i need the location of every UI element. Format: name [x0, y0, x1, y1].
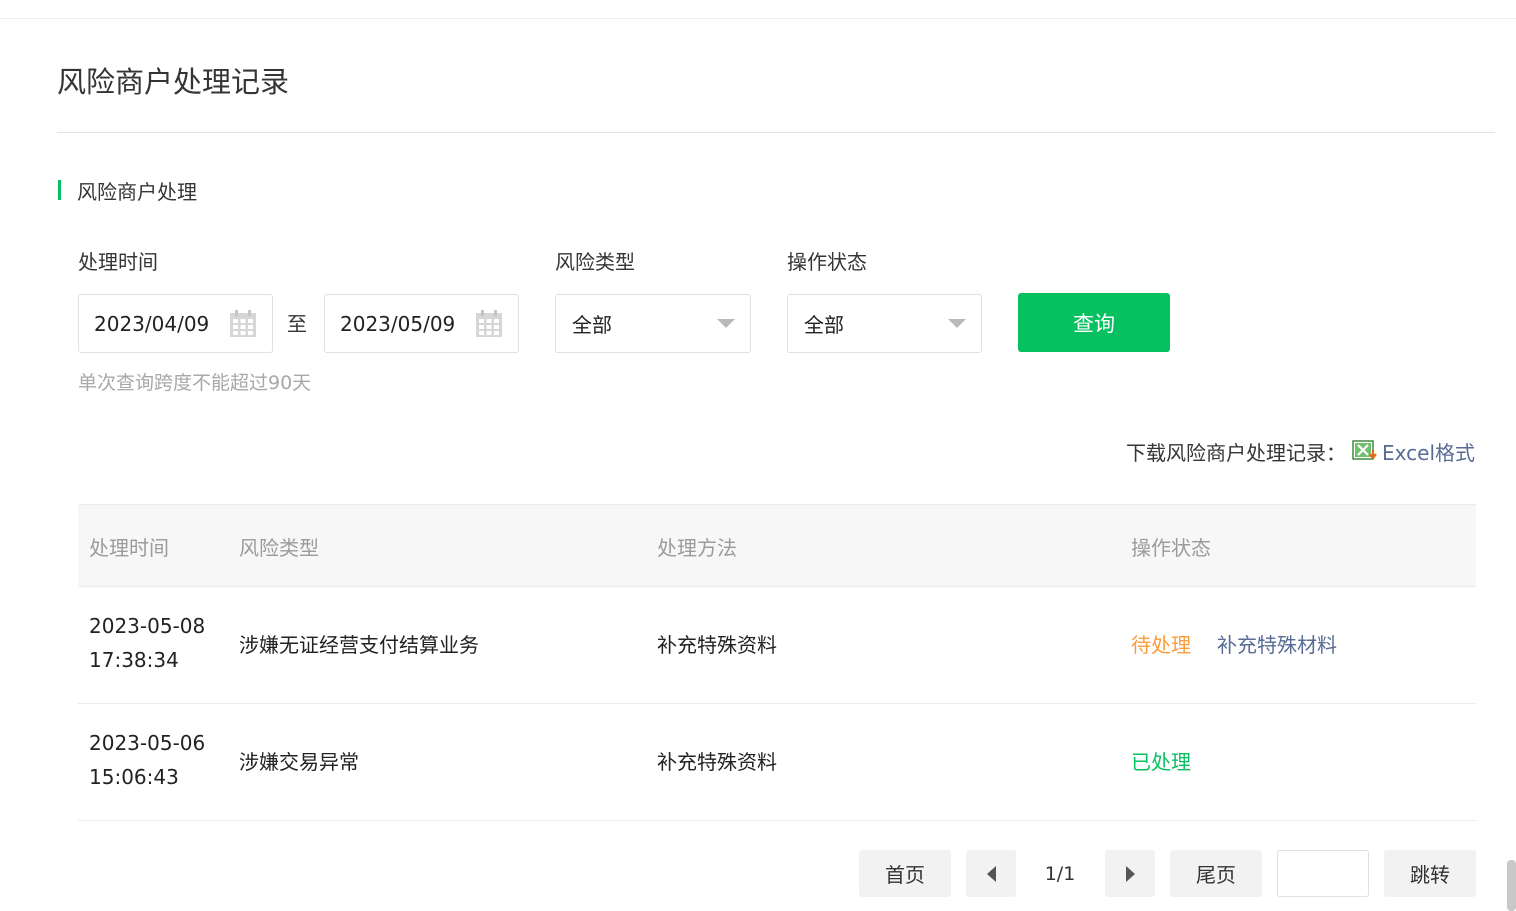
column-header-risk-type: 风险类型	[239, 536, 319, 560]
start-date-picker[interactable]: 2023/04/09	[78, 294, 273, 353]
status-selected-value: 全部	[804, 313, 844, 337]
supplement-materials-link[interactable]: 补充特殊材料	[1217, 629, 1337, 658]
jump-button[interactable]: 跳转	[1384, 850, 1476, 897]
column-header-status: 操作状态	[1131, 536, 1211, 560]
table-row: 2023-05-08 17:38:34 涉嫌无证经营支付结算业务 补充特殊资料 …	[78, 587, 1476, 704]
date-range-separator: 至	[287, 312, 307, 336]
date-range-hint: 单次查询跨度不能超过90天	[78, 372, 312, 394]
records-table: 处理时间 风险类型 处理方法 操作状态 2023-05-08 17:38:34 …	[78, 504, 1476, 821]
page-indicator: 1/1	[1044, 862, 1076, 885]
jump-page-input[interactable]	[1277, 850, 1369, 897]
status-filter-label: 操作状态	[787, 250, 867, 274]
first-page-button[interactable]: 首页	[859, 850, 951, 897]
row-time: 2023-05-06 15:06:43	[89, 731, 206, 789]
chevron-down-icon	[717, 319, 735, 328]
chevron-left-icon	[986, 865, 996, 882]
row-time: 2023-05-08 17:38:34	[89, 614, 206, 672]
status-select[interactable]: 全部	[787, 294, 982, 353]
download-row: 下载风险商户处理记录： Excel格式	[1126, 436, 1475, 466]
column-header-method: 处理方法	[657, 536, 737, 560]
row-method: 补充特殊资料	[657, 750, 777, 774]
section-title: 风险商户处理	[77, 179, 197, 204]
chevron-down-icon	[948, 319, 966, 328]
page-title: 风险商户处理记录	[57, 65, 290, 99]
column-header-time: 处理时间	[89, 536, 169, 560]
risk-type-filter-label: 风险类型	[555, 250, 635, 274]
calendar-icon	[230, 309, 256, 337]
query-button[interactable]: 查询	[1018, 293, 1170, 352]
prev-page-button[interactable]	[966, 850, 1016, 897]
row-status-badge: 已处理	[1131, 750, 1191, 774]
row-method: 补充特殊资料	[657, 633, 777, 657]
scrollbar-thumb[interactable]	[1507, 860, 1516, 911]
next-page-button[interactable]	[1105, 850, 1155, 897]
calendar-icon	[476, 309, 502, 337]
chevron-right-icon	[1125, 865, 1135, 882]
row-risk-type: 涉嫌无证经营支付结算业务	[239, 633, 479, 657]
end-date-picker[interactable]: 2023/05/09	[324, 294, 519, 353]
last-page-button[interactable]: 尾页	[1170, 850, 1262, 897]
table-header: 处理时间 风险类型 处理方法 操作状态	[78, 504, 1476, 587]
table-row: 2023-05-06 15:06:43 涉嫌交易异常 补充特殊资料 已处理	[78, 704, 1476, 821]
risk-type-select[interactable]: 全部	[555, 294, 751, 353]
excel-icon[interactable]	[1352, 440, 1378, 462]
risk-type-selected-value: 全部	[572, 313, 612, 337]
start-date-value: 2023/04/09	[94, 311, 210, 336]
row-status-badge: 待处理	[1131, 633, 1191, 657]
row-risk-type: 涉嫌交易异常	[239, 750, 359, 774]
excel-download-link[interactable]: Excel格式	[1382, 437, 1475, 466]
download-label: 下载风险商户处理记录：	[1126, 440, 1347, 465]
top-divider	[0, 18, 1516, 19]
end-date-value: 2023/05/09	[340, 311, 456, 336]
title-divider	[57, 132, 1495, 133]
section-header: 风险商户处理	[58, 176, 197, 204]
time-filter-label: 处理时间	[78, 250, 158, 274]
section-accent-bar	[58, 180, 61, 200]
